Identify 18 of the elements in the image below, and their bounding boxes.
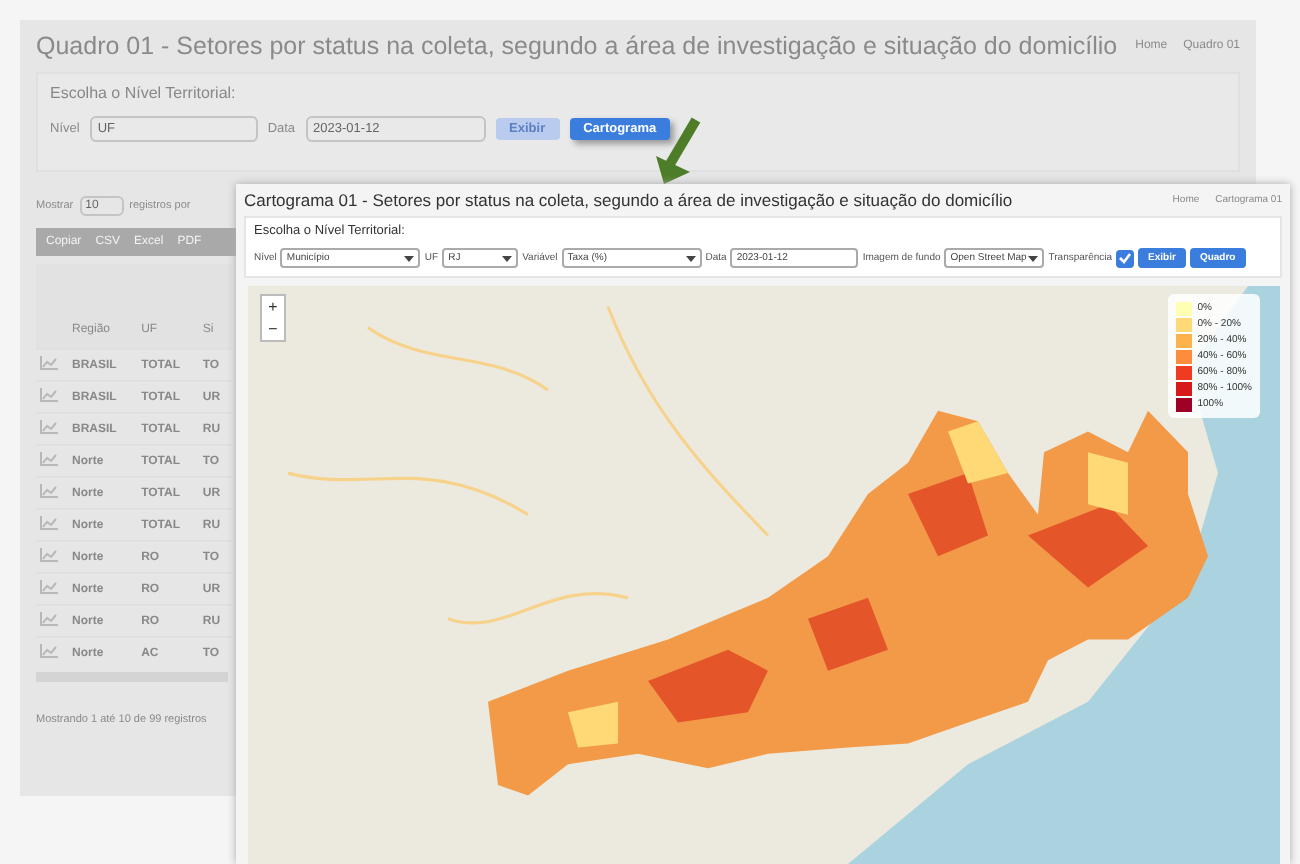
chart-icon[interactable]	[40, 420, 58, 434]
chart-icon[interactable]	[40, 548, 58, 562]
chart-icon[interactable]	[40, 644, 58, 658]
window-title: Cartograma 01 - Setores por status na coleta, segundo a área de investigação e situação do domicílio	[244, 190, 1013, 210]
transparency-checkbox[interactable]	[1116, 249, 1135, 267]
chart-icon[interactable]	[40, 388, 58, 402]
page-title: Quadro 01 - Setores por status na coleta, segundo a área de investigação e situação do domicílio	[36, 32, 1118, 60]
caret-icon	[502, 255, 513, 261]
filter-heading: Escolha o Nível Territorial:	[50, 84, 238, 102]
chart-icon[interactable]	[40, 452, 58, 466]
chart-icon[interactable]	[40, 356, 58, 370]
chart-icon[interactable]	[40, 580, 58, 594]
caret-icon	[1028, 255, 1039, 261]
caret-icon	[404, 255, 415, 261]
chart-icon[interactable]	[40, 516, 58, 530]
caret-icon	[685, 255, 696, 261]
chart-icon[interactable]	[40, 484, 58, 498]
chart-icon[interactable]	[40, 612, 58, 626]
